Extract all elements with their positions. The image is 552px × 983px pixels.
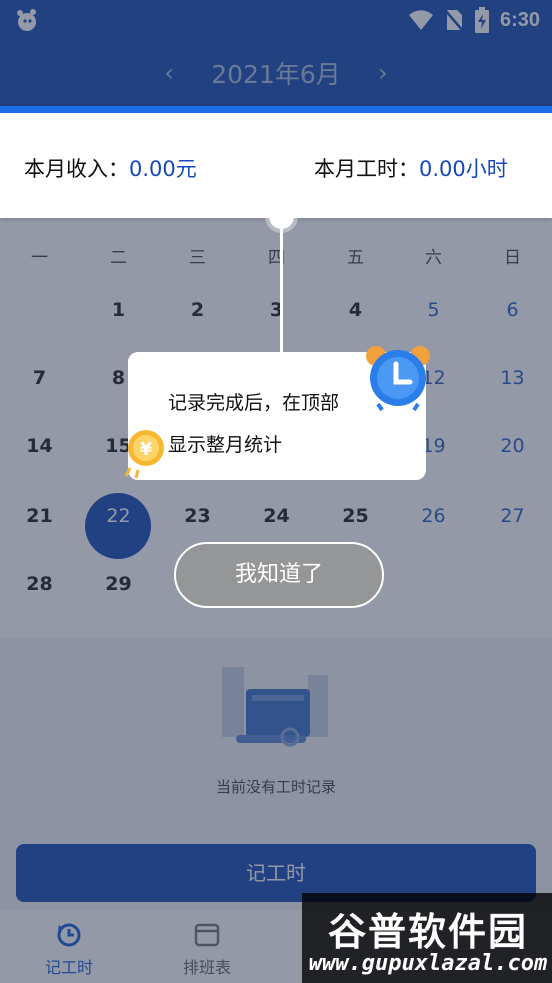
svg-text:¥: ¥ <box>140 439 153 460</box>
alarm-clock-icon <box>366 346 430 412</box>
watermark-title: 谷普软件园 <box>327 910 528 954</box>
hours-summary: 本月工时：0.00小时 <box>314 153 508 183</box>
income-label: 本月收入： <box>24 157 129 181</box>
income-summary: 本月收入：0.00元 <box>24 153 197 183</box>
site-watermark: 谷普软件园 www.gupuxlazal.com <box>302 893 552 983</box>
guide-pointer-line <box>280 212 283 354</box>
guide-pointer-dot <box>269 204 294 229</box>
guide-tip-line-2: 显示整月统计 <box>168 434 283 456</box>
hours-value: 0.00小时 <box>419 157 508 181</box>
watermark-url: www.gupuxlazal.com <box>308 951 548 976</box>
got-it-button[interactable]: 我知道了 <box>174 542 384 608</box>
hours-label: 本月工时： <box>314 157 419 181</box>
monthly-summary-card: 本月收入：0.00元 本月工时：0.00小时 <box>0 106 552 218</box>
coin-icon: ¥ <box>124 430 164 479</box>
income-value: 0.00元 <box>129 157 197 181</box>
